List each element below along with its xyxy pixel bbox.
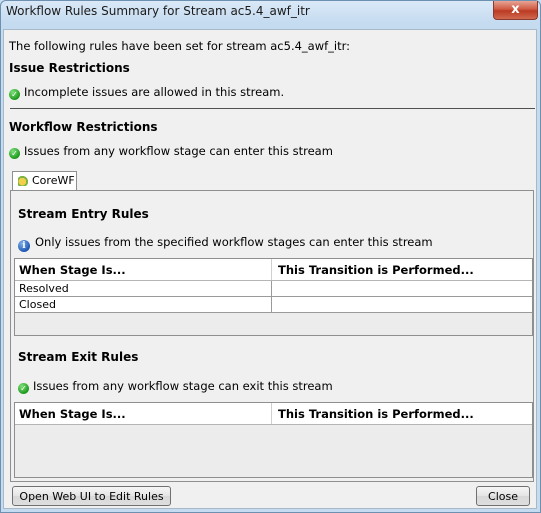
column-header-stage[interactable]: When Stage Is... — [19, 263, 126, 277]
window-close-button[interactable]: x — [493, 1, 538, 20]
tab-corewf-label: CoreWF — [32, 174, 75, 187]
column-divider — [271, 297, 272, 312]
exit-rules-line: ✓ Issues from any workflow stage can exit… — [18, 379, 333, 394]
close-button[interactable]: Close — [476, 486, 530, 506]
workflow-restrictions-line: ✓ Issues from any workflow stage can ente… — [9, 144, 333, 159]
table-header: When Stage Is... This Transition is Perf… — [15, 403, 532, 425]
check-icon: ✓ — [9, 148, 20, 159]
workflow-restrictions-heading: Workflow Restrictions — [9, 120, 158, 134]
table-row[interactable]: Resolved — [15, 281, 532, 297]
column-header-transition[interactable]: This Transition is Performed... — [278, 407, 474, 421]
info-icon: i — [18, 240, 30, 252]
table-header: When Stage Is... This Transition is Perf… — [15, 259, 532, 281]
check-icon: ✓ — [9, 89, 20, 100]
entry-rules-table[interactable]: When Stage Is... This Transition is Perf… — [14, 258, 533, 336]
tab-panel: Stream Entry Rules i Only issues from the… — [10, 190, 534, 482]
column-header-stage[interactable]: When Stage Is... — [19, 407, 126, 421]
column-divider — [271, 281, 272, 296]
exit-rules-heading: Stream Exit Rules — [18, 350, 139, 364]
workflow-restrictions-message: Issues from any workflow stage can enter… — [24, 144, 333, 158]
entry-rules-heading: Stream Entry Rules — [18, 207, 149, 221]
cell-stage: Resolved — [19, 282, 69, 295]
intro-text: The following rules have been set for st… — [9, 39, 351, 53]
issue-restrictions-heading: Issue Restrictions — [9, 61, 130, 75]
issue-restrictions-line: ✓ Incomplete issues are allowed in this s… — [9, 85, 284, 100]
table-row[interactable]: Closed — [15, 297, 532, 313]
column-divider — [271, 403, 272, 424]
workflow-icon — [18, 175, 29, 186]
column-divider — [271, 259, 272, 280]
check-icon: ✓ — [18, 383, 29, 394]
column-header-transition[interactable]: This Transition is Performed... — [278, 263, 474, 277]
cell-stage: Closed — [19, 298, 56, 311]
open-web-ui-button[interactable]: Open Web UI to Edit Rules — [12, 486, 171, 506]
exit-rules-table[interactable]: When Stage Is... This Transition is Perf… — [14, 402, 533, 478]
entry-rules-line: i Only issues from the specified workflow… — [18, 235, 433, 252]
dialog-content: The following rules have been set for st… — [3, 29, 537, 509]
exit-rules-message: Issues from any workflow stage can exit … — [33, 379, 333, 393]
window-title: Workflow Rules Summary for Stream ac5.4_… — [6, 4, 310, 18]
entry-rules-message: Only issues from the specified workflow … — [35, 235, 433, 249]
section-divider — [10, 108, 535, 109]
issue-restrictions-message: Incomplete issues are allowed in this st… — [24, 85, 285, 99]
dialog-window: Workflow Rules Summary for Stream ac5.4_… — [0, 0, 541, 513]
tab-corewf[interactable]: CoreWF — [12, 171, 77, 191]
